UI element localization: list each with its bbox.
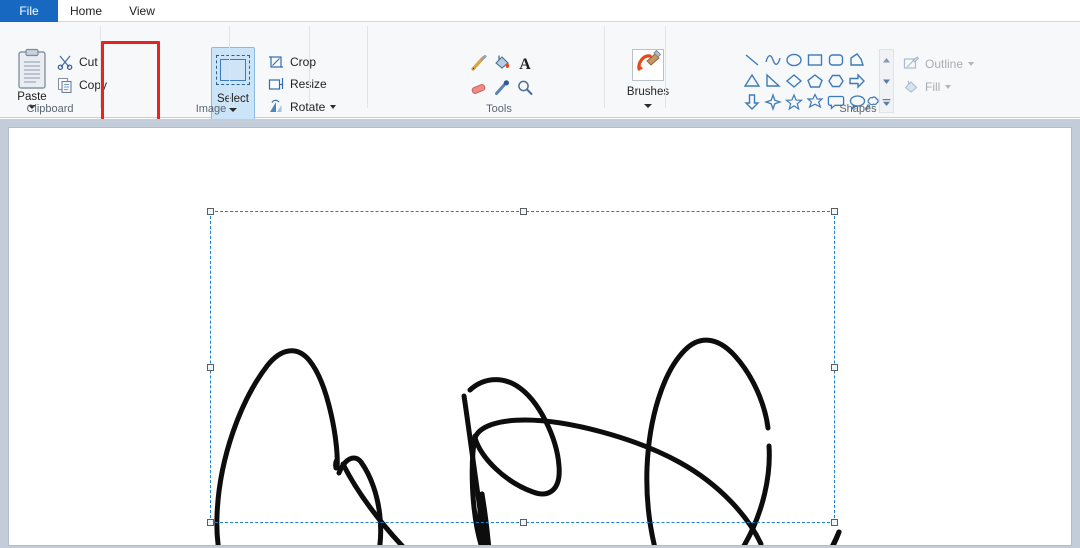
ribbon-group-clipboard: Paste Cut Copy Clipboard <box>0 22 107 118</box>
tab-home-label: Home <box>69 4 102 18</box>
brush-stroke-4 <box>340 461 842 545</box>
brush-stroke-6 <box>472 417 764 545</box>
ribbon-tabstrip: File Home View <box>0 0 1080 22</box>
ribbon: Paste Cut Copy Clipboard Select Crop Rot… <box>0 22 1080 135</box>
cut-label: Cut <box>79 55 98 69</box>
group-label-clipboard: Clipboard <box>26 103 74 115</box>
clipboard-icon <box>15 48 49 90</box>
brush-stroke-1 <box>214 348 340 545</box>
ribbon-group-size: Size <box>605 22 663 118</box>
tab-view[interactable]: View <box>114 0 170 22</box>
canvas-drawing <box>214 337 842 545</box>
brush-stroke-5 <box>467 377 562 497</box>
canvas-work-area <box>0 119 1080 548</box>
paint-window: File Home View Paste Cut Copy Clipboard … <box>0 0 1080 548</box>
tab-file[interactable]: File <box>0 0 58 22</box>
tab-file-label: File <box>19 4 39 18</box>
brush-stroke-3 <box>336 455 384 545</box>
tab-view-label: View <box>129 4 155 18</box>
ribbon-group-shapes: Outline Fill Shapes <box>368 22 975 118</box>
cut-button[interactable]: Cut <box>56 53 98 71</box>
brush-stroke-2 <box>333 457 340 471</box>
tab-home[interactable]: Home <box>58 0 114 22</box>
scissors-icon <box>56 53 74 71</box>
ribbon-group-brushes: Brushes <box>310 22 669 118</box>
ribbon-group-image: Select Crop Rotate Image <box>101 22 337 125</box>
ribbon-group-colors: Color 1 Color 2 Edit colors <box>666 22 1080 118</box>
drawing-canvas[interactable] <box>8 127 1072 546</box>
brush-stroke-10 <box>469 433 772 545</box>
paste-label: Paste <box>17 91 47 103</box>
copy-icon <box>56 76 74 94</box>
paste-button[interactable]: Paste <box>10 48 54 109</box>
ribbon-group-tools: A Tools <box>230 22 533 118</box>
